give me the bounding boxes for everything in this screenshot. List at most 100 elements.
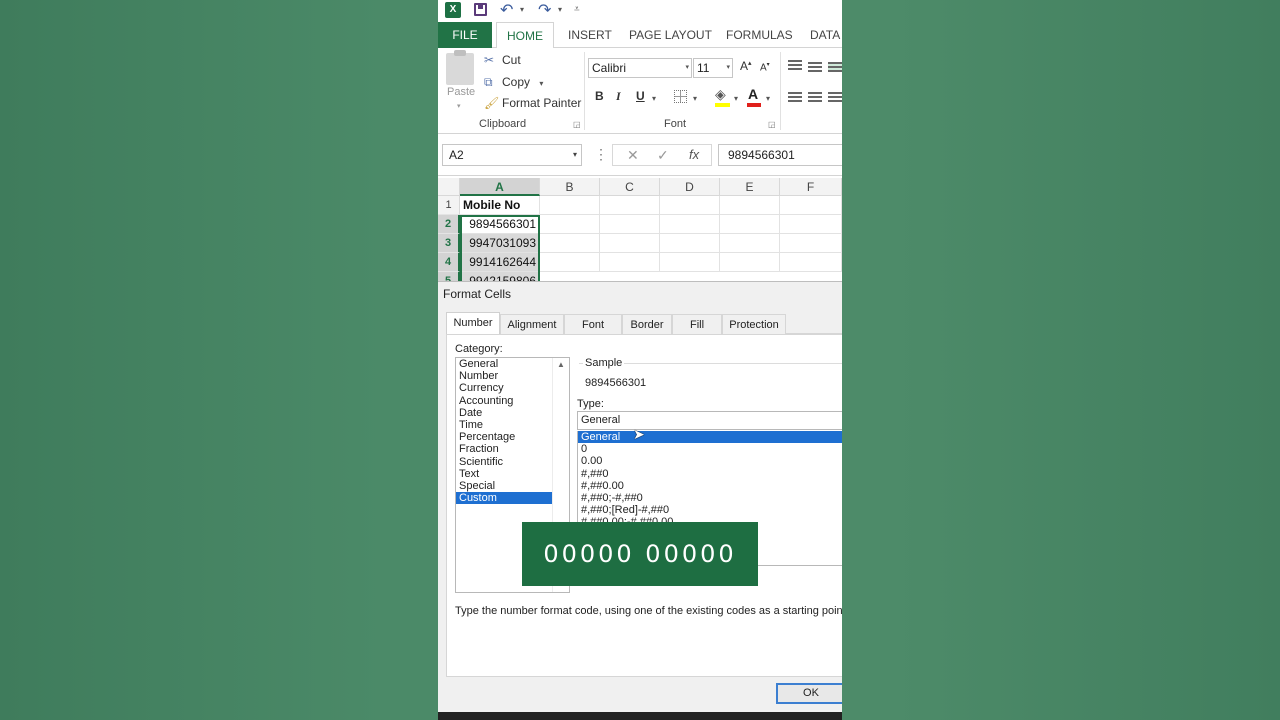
cell-a1[interactable]: Mobile No: [460, 196, 540, 215]
category-item[interactable]: General: [456, 358, 552, 370]
align-middle-icon[interactable]: [808, 62, 822, 72]
font-size-box[interactable]: 11 ▾: [693, 58, 733, 78]
name-box[interactable]: A2 ▾: [442, 144, 582, 166]
formula-input[interactable]: 9894566301: [718, 144, 842, 166]
type-item[interactable]: #,##0.00: [578, 480, 842, 492]
underline-dropdown-icon[interactable]: ▾: [652, 94, 656, 103]
cell-e2[interactable]: [720, 215, 780, 234]
shrink-font-icon[interactable]: A▾: [760, 61, 770, 73]
name-box-dropdown-icon[interactable]: ▾: [573, 145, 577, 165]
cell-d2[interactable]: [660, 215, 720, 234]
align-center-icon[interactable]: [808, 92, 822, 102]
tab-insert[interactable]: INSERT: [568, 22, 612, 48]
paste-icon[interactable]: [446, 50, 474, 85]
font-color-dropdown-icon[interactable]: ▾: [766, 94, 770, 103]
grow-font-icon[interactable]: A▴: [740, 59, 752, 73]
type-item[interactable]: #,##0;-#,##0: [578, 492, 842, 504]
type-item[interactable]: 0: [578, 443, 842, 455]
column-header-d[interactable]: D: [660, 178, 720, 196]
type-item[interactable]: #,##0;[Red]-#,##0: [578, 504, 842, 516]
cell-b4[interactable]: [540, 253, 600, 272]
align-right-icon[interactable]: [828, 92, 842, 102]
column-header-f[interactable]: F: [780, 178, 842, 196]
cell-c2[interactable]: [600, 215, 660, 234]
cell-e3[interactable]: [720, 234, 780, 253]
cancel-icon[interactable]: ✕: [627, 147, 639, 164]
cell-b3[interactable]: [540, 234, 600, 253]
tab-border[interactable]: Border: [622, 314, 672, 334]
column-header-a[interactable]: A: [460, 178, 540, 196]
cell-c4[interactable]: [600, 253, 660, 272]
align-top-icon[interactable]: [788, 60, 802, 70]
type-item-selected[interactable]: General: [578, 431, 842, 444]
cell-e4[interactable]: [720, 253, 780, 272]
redo-dropdown-icon[interactable]: ▾: [558, 5, 562, 14]
align-bottom-icon[interactable]: [828, 62, 842, 72]
type-item[interactable]: #,##0: [578, 468, 842, 480]
customize-toolbar-icon[interactable]: ⩡: [574, 4, 580, 15]
cell-f1[interactable]: [780, 196, 842, 215]
tab-number[interactable]: Number: [446, 312, 500, 335]
row-header-3[interactable]: 3: [438, 234, 460, 253]
borders-icon[interactable]: [674, 90, 687, 103]
align-left-icon[interactable]: [788, 92, 802, 102]
cell-d1[interactable]: [660, 196, 720, 215]
fill-color-dropdown-icon[interactable]: ▾: [734, 94, 738, 103]
bold-button[interactable]: B: [595, 89, 604, 103]
tab-fill[interactable]: Fill: [672, 314, 722, 334]
scroll-up-icon[interactable]: ▲: [557, 360, 565, 369]
cell-e1[interactable]: [720, 196, 780, 215]
copy-button[interactable]: ⧉ Copy ▾: [484, 74, 543, 90]
tab-file[interactable]: FILE: [438, 22, 492, 48]
type-input[interactable]: General: [577, 411, 842, 430]
category-item-selected[interactable]: Custom: [456, 492, 552, 505]
font-size-dropdown-icon[interactable]: ▾: [726, 59, 730, 77]
clipboard-launcher-icon[interactable]: ◲: [573, 120, 581, 129]
category-item[interactable]: Text: [456, 468, 552, 480]
tab-home[interactable]: HOME: [496, 22, 554, 49]
column-header-c[interactable]: C: [600, 178, 660, 196]
category-item[interactable]: Time: [456, 419, 552, 431]
enter-icon[interactable]: ✓: [657, 147, 669, 164]
row-header-1[interactable]: 1: [438, 196, 460, 215]
tab-formulas[interactable]: FORMULAS: [726, 22, 793, 48]
font-name-box[interactable]: Calibri ▾: [588, 58, 692, 78]
row-header-4[interactable]: 4: [438, 253, 460, 272]
select-all-corner[interactable]: [438, 178, 460, 196]
category-item[interactable]: Scientific: [456, 456, 552, 468]
category-item[interactable]: Number: [456, 370, 552, 382]
cell-f2[interactable]: [780, 215, 842, 234]
cell-c1[interactable]: [600, 196, 660, 215]
cell-b2[interactable]: [540, 215, 600, 234]
category-item[interactable]: Special: [456, 480, 552, 492]
format-painter-button[interactable]: 🖌 Format Painter: [484, 95, 581, 111]
tab-font[interactable]: Font: [564, 314, 622, 334]
ok-button[interactable]: OK: [776, 683, 842, 704]
font-launcher-icon[interactable]: ◲: [768, 120, 776, 129]
undo-dropdown-icon[interactable]: ▾: [520, 5, 524, 14]
tab-data[interactable]: DATA: [810, 22, 840, 48]
save-icon[interactable]: [474, 3, 487, 16]
redo-icon[interactable]: ↷: [538, 0, 551, 20]
borders-dropdown-icon[interactable]: ▾: [693, 94, 697, 103]
copy-dropdown-icon[interactable]: ▾: [539, 79, 543, 88]
category-item[interactable]: Accounting: [456, 395, 552, 407]
cell-f4[interactable]: [780, 253, 842, 272]
paste-button[interactable]: Paste: [447, 86, 475, 98]
cell-b1[interactable]: [540, 196, 600, 215]
cell-c3[interactable]: [600, 234, 660, 253]
undo-icon[interactable]: ↶: [500, 0, 513, 20]
paste-dropdown-icon[interactable]: ▾: [457, 102, 461, 110]
tab-page-layout[interactable]: PAGE LAYOUT: [629, 22, 712, 48]
category-item[interactable]: Currency: [456, 382, 552, 394]
italic-button[interactable]: I: [616, 89, 621, 104]
underline-button[interactable]: U: [636, 89, 645, 103]
fill-color-icon[interactable]: ◈: [715, 86, 726, 103]
category-item[interactable]: Percentage: [456, 431, 552, 443]
font-name-dropdown-icon[interactable]: ▾: [685, 59, 689, 77]
cut-button[interactable]: ✂ Cut: [484, 52, 521, 68]
tab-protection[interactable]: Protection: [722, 314, 786, 334]
type-item[interactable]: 0.00: [578, 455, 842, 467]
category-item[interactable]: Fraction: [456, 443, 552, 455]
insert-function-icon[interactable]: fx: [689, 147, 699, 162]
